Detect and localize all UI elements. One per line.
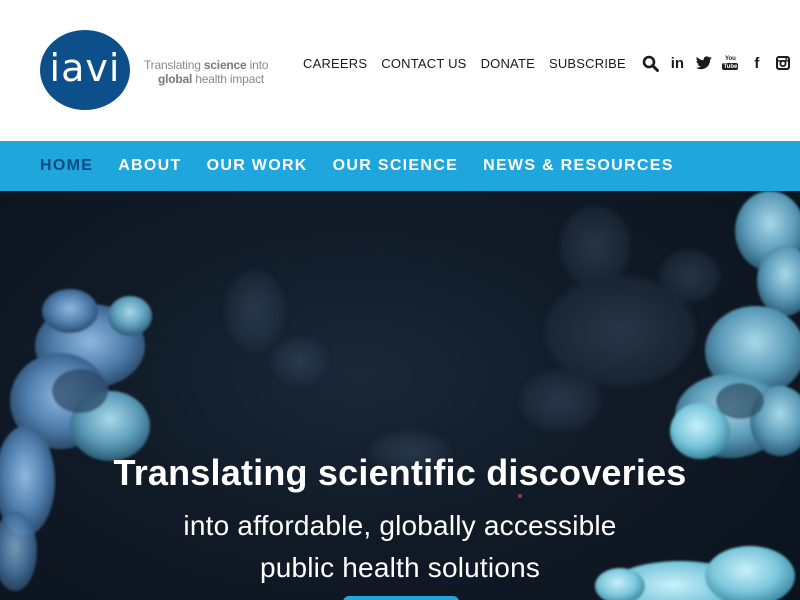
tagline-line-1: Translating science into [144,58,268,72]
twitter-icon[interactable] [695,54,713,72]
facebook-icon[interactable]: f [748,54,766,72]
site-header: iavi Translating science into global hea… [0,0,800,141]
tagline-text: into [246,58,269,72]
iavi-logo[interactable]: iavi [40,30,130,110]
youtube-icon[interactable]: You Tube [721,54,739,72]
tagline-text: health impact [192,72,265,86]
nav-item-about[interactable]: ABOUT [118,157,181,175]
nav-item-our-science[interactable]: OUR SCIENCE [333,157,458,175]
tagline-emphasis: global [158,72,193,86]
utility-nav: CAREERS CONTACT US DONATE SUBSCRIBE in Y… [303,54,800,72]
subscribe-link[interactable]: SUBSCRIBE [549,56,626,71]
contact-us-link[interactable]: CONTACT US [381,56,466,71]
hero-title: Translating scientific discoveries [113,452,687,493]
search-icon[interactable] [642,54,660,72]
hero-banner: Translating scientific discoveries into … [0,191,800,600]
youtube-wordmark-top: You [724,56,736,62]
main-nav: HOME ABOUT OUR WORK OUR SCIENCE NEWS & R… [0,141,800,191]
nav-item-our-work[interactable]: OUR WORK [207,157,308,175]
nav-item-home[interactable]: HOME [40,157,93,175]
careers-link[interactable]: CAREERS [303,56,367,71]
tagline-text: Translating [144,58,204,72]
nav-item-news-resources[interactable]: NEWS & RESOURCES [483,157,674,175]
tagline-line-2: global health impact [144,72,274,86]
brand-tagline: Translating science into global health i… [144,58,274,86]
donate-link[interactable]: DONATE [481,56,535,71]
youtube-wordmark-bottom: Tube [722,63,739,70]
logo-text: iavi [49,46,121,90]
social-icons: in You Tube f [642,54,800,72]
instagram-icon[interactable] [774,54,792,72]
tagline-emphasis: science [203,58,247,72]
hero-cta-button[interactable] [343,596,459,600]
linkedin-icon[interactable]: in [668,54,686,72]
hero-subtitle: into affordable, globally accessible pub… [183,510,617,583]
